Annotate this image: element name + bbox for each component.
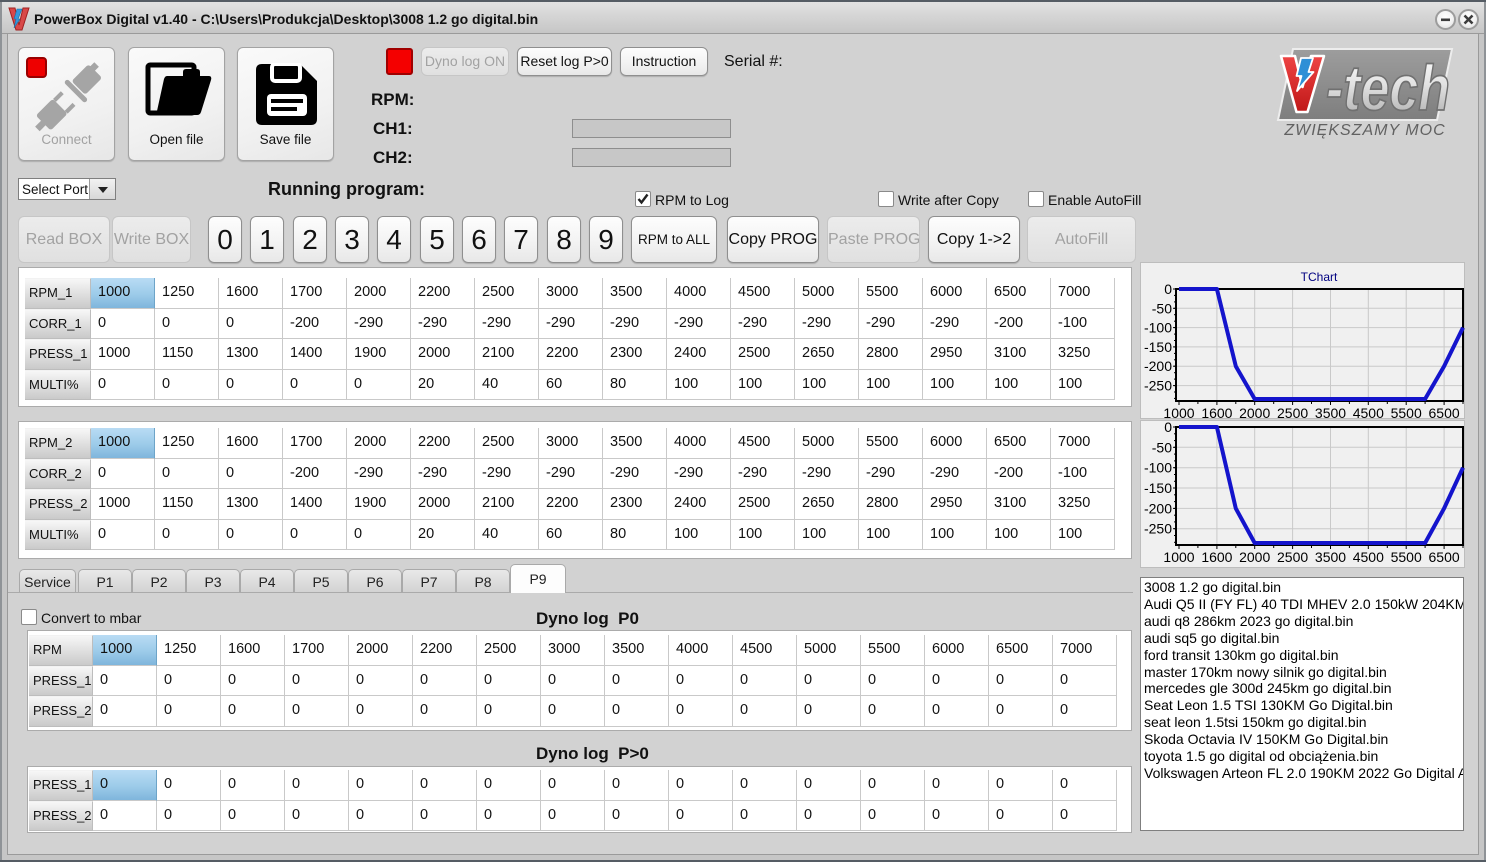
svg-text:-50: -50	[1152, 300, 1172, 316]
svg-text:-100: -100	[1144, 320, 1172, 336]
svg-text:0: 0	[1164, 421, 1172, 435]
svg-text:-200: -200	[1144, 358, 1172, 374]
svg-text:6500: 6500	[1429, 405, 1460, 420]
svg-text:-tech: -tech	[1326, 52, 1450, 124]
svg-text:6500: 6500	[1429, 549, 1460, 565]
svg-text:-250: -250	[1144, 521, 1172, 537]
svg-text:1000: 1000	[1163, 549, 1194, 565]
svg-text:-250: -250	[1144, 378, 1172, 394]
svg-text:-200: -200	[1144, 500, 1172, 516]
svg-text:0: 0	[1164, 281, 1172, 297]
svg-text:5500: 5500	[1391, 549, 1422, 565]
svg-text:2500: 2500	[1277, 549, 1308, 565]
svg-text:-50: -50	[1152, 439, 1172, 455]
svg-text:-150: -150	[1144, 480, 1172, 496]
svg-text:-150: -150	[1144, 339, 1172, 355]
svg-text:4500: 4500	[1353, 405, 1384, 420]
svg-text:1600: 1600	[1201, 549, 1232, 565]
svg-text:TChart: TChart	[1301, 270, 1338, 284]
svg-text:2000: 2000	[1239, 405, 1270, 420]
svg-text:5500: 5500	[1391, 405, 1422, 420]
svg-text:2500: 2500	[1277, 405, 1308, 420]
svg-text:-100: -100	[1144, 460, 1172, 476]
svg-text:4500: 4500	[1353, 549, 1384, 565]
svg-text:2000: 2000	[1239, 549, 1270, 565]
svg-text:3500: 3500	[1315, 405, 1346, 420]
svg-text:1600: 1600	[1201, 405, 1232, 420]
svg-text:3500: 3500	[1315, 549, 1346, 565]
svg-text:1000: 1000	[1163, 405, 1194, 420]
